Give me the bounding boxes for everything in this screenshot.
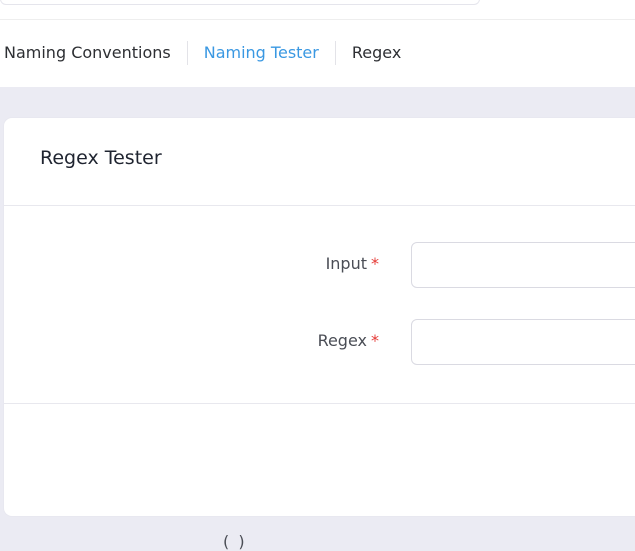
input-field[interactable] — [411, 242, 635, 288]
card-title: Regex Tester — [40, 147, 162, 169]
tab-naming-tester[interactable]: Naming Tester — [204, 38, 319, 68]
tab-bar: Naming Conventions Naming Tester Regex — [4, 38, 401, 68]
input-form-row: Input * — [4, 242, 635, 290]
card-footer-divider — [4, 403, 635, 404]
regex-field[interactable] — [411, 319, 635, 365]
card-header-divider — [4, 205, 635, 206]
tab-naming-conventions[interactable]: Naming Conventions — [4, 38, 171, 68]
tab-separator — [186, 41, 188, 65]
header-divider — [0, 19, 635, 20]
regex-label-text: Regex — [317, 331, 367, 350]
regex-label: Regex * — [318, 331, 379, 350]
tab-separator — [334, 41, 336, 65]
search-input[interactable] — [0, 0, 480, 5]
regex-form-row: Regex * — [4, 319, 635, 367]
regex-tester-card: Regex Tester Input * Regex * — [4, 118, 635, 516]
top-header: Naming Conventions Naming Tester Regex — [0, 0, 635, 87]
tab-regex[interactable]: Regex — [352, 38, 401, 68]
input-label: Input * — [326, 254, 379, 273]
input-label-text: Input — [325, 254, 367, 273]
required-mark: * — [371, 254, 379, 273]
required-mark: * — [371, 331, 379, 350]
